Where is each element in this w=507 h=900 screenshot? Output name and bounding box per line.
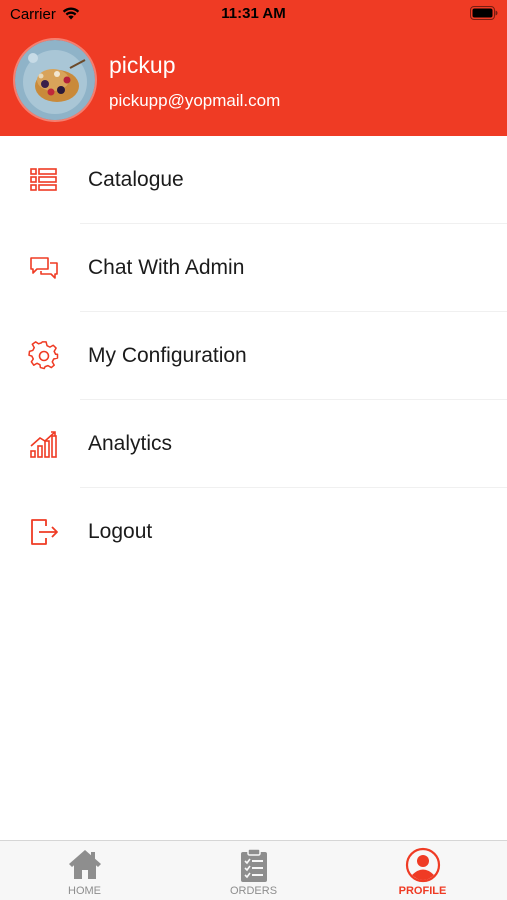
gear-icon	[28, 341, 59, 370]
tab-label-home: HOME	[68, 885, 101, 897]
status-time: 11:31 AM	[221, 5, 286, 22]
tab-label-orders: ORDERS	[229, 885, 278, 897]
tab-orders[interactable]: ORDERS	[169, 841, 338, 900]
menu-item-logout[interactable]: Logout	[0, 488, 507, 576]
profile-icon	[405, 847, 440, 883]
menu-label-analytics: Analytics	[88, 432, 173, 455]
profile-screen: Carrier 11:31 AM pickup pickupp@yopmail.…	[0, 0, 507, 900]
chart-icon	[30, 431, 57, 458]
battery-icon	[470, 6, 498, 20]
profile-header: Carrier 11:31 AM pickup pickupp@yopmail.…	[0, 0, 507, 136]
logout-icon	[31, 519, 58, 545]
tab-home[interactable]: HOME	[0, 841, 169, 900]
tab-label-profile: PROFILE	[398, 885, 447, 897]
menu-item-analytics[interactable]: Analytics	[0, 400, 507, 488]
clipboard-icon	[240, 848, 267, 882]
status-bar: Carrier 11:31 AM	[0, 0, 507, 28]
user-name: pickup	[109, 52, 176, 78]
menu-item-chat-with-admin[interactable]: Chat With Admin	[0, 224, 507, 312]
menu-label-chat-with-admin: Chat With Admin	[88, 256, 245, 279]
avatar-image	[15, 40, 95, 120]
menu-label-catalogue: Catalogue	[88, 168, 184, 191]
home-icon	[68, 850, 101, 879]
chat-icon	[30, 257, 58, 279]
list-icon	[30, 168, 57, 191]
tab-profile[interactable]: PROFILE	[338, 841, 507, 900]
menu-item-catalogue[interactable]: Catalogue	[0, 136, 507, 224]
profile-menu: Catalogue Chat With Admin My Configurati…	[0, 136, 507, 576]
menu-item-my-configuration[interactable]: My Configuration	[0, 312, 507, 400]
avatar[interactable]	[13, 38, 97, 122]
menu-label-my-configuration: My Configuration	[88, 344, 247, 367]
user-email: pickupp@yopmail.com	[109, 91, 281, 110]
tab-bar: HOME ORDERS PROFILE	[0, 840, 507, 900]
menu-label-logout: Logout	[88, 520, 153, 543]
